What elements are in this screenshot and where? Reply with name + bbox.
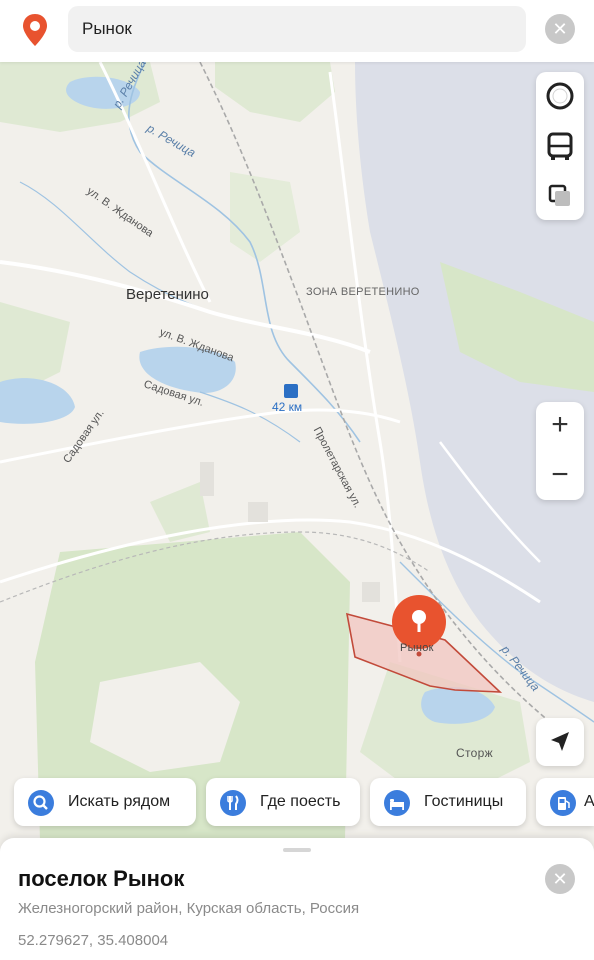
zoom-in-button[interactable]: + — [536, 402, 584, 450]
close-icon[interactable]: ✕ — [545, 14, 575, 44]
zone-label: ЗОНА ВЕРЕТЕНИНО — [306, 286, 420, 298]
bus-icon[interactable] — [536, 122, 584, 170]
chip-where-to-eat[interactable]: Где поесть — [206, 778, 360, 826]
layers-panel — [536, 72, 584, 220]
traffic-icon[interactable] — [536, 72, 584, 120]
category-chips: Искать рядом Где поесть Гостиницы А — [0, 778, 594, 830]
place-coordinates[interactable]: 52.279627, 35.408004 — [18, 932, 168, 949]
chip-hotels[interactable]: Гостиницы — [370, 778, 526, 826]
village-label: Веретенино — [126, 286, 209, 303]
place-card[interactable]: поселок Рынок Железногорский район, Курс… — [0, 838, 594, 960]
station-label: 42 км — [272, 400, 303, 414]
map-graphics — [0, 62, 594, 840]
sheet-handle[interactable] — [283, 848, 311, 852]
search-query: Рынок — [82, 19, 132, 38]
chip-gas-stations[interactable]: А — [536, 778, 594, 826]
gas-station-icon — [550, 790, 576, 816]
chip-label: Где поесть — [260, 793, 341, 810]
train-station-icon — [284, 384, 298, 398]
navigation-arrow-icon[interactable] — [536, 718, 584, 766]
fork-knife-icon — [220, 790, 246, 816]
bed-icon — [384, 790, 410, 816]
map-canvas[interactable]: р. Речица р. Речица ул. В. Жданова Верет… — [0, 57, 594, 840]
place-address: Железногорский район, Курская область, Р… — [18, 900, 360, 917]
zoom-out-button[interactable]: − — [536, 452, 584, 500]
chip-label: Гостиницы — [424, 793, 504, 810]
map-pin-icon[interactable] — [20, 12, 50, 48]
zoom-panel: + − — [536, 402, 584, 500]
top-bar: Рынок ✕ — [0, 0, 594, 62]
chip-label: Искать рядом — [68, 793, 171, 810]
place-map-label: Рынок — [400, 642, 434, 654]
chip-label: А — [584, 793, 594, 810]
layers-icon[interactable] — [536, 172, 584, 220]
place-title: поселок Рынок — [18, 866, 185, 891]
search-icon — [28, 790, 54, 816]
search-input[interactable]: Рынок — [68, 6, 526, 52]
close-icon[interactable]: ✕ — [545, 864, 575, 894]
locality-label: Сторж — [456, 746, 493, 760]
chip-search-nearby[interactable]: Искать рядом — [14, 778, 196, 826]
